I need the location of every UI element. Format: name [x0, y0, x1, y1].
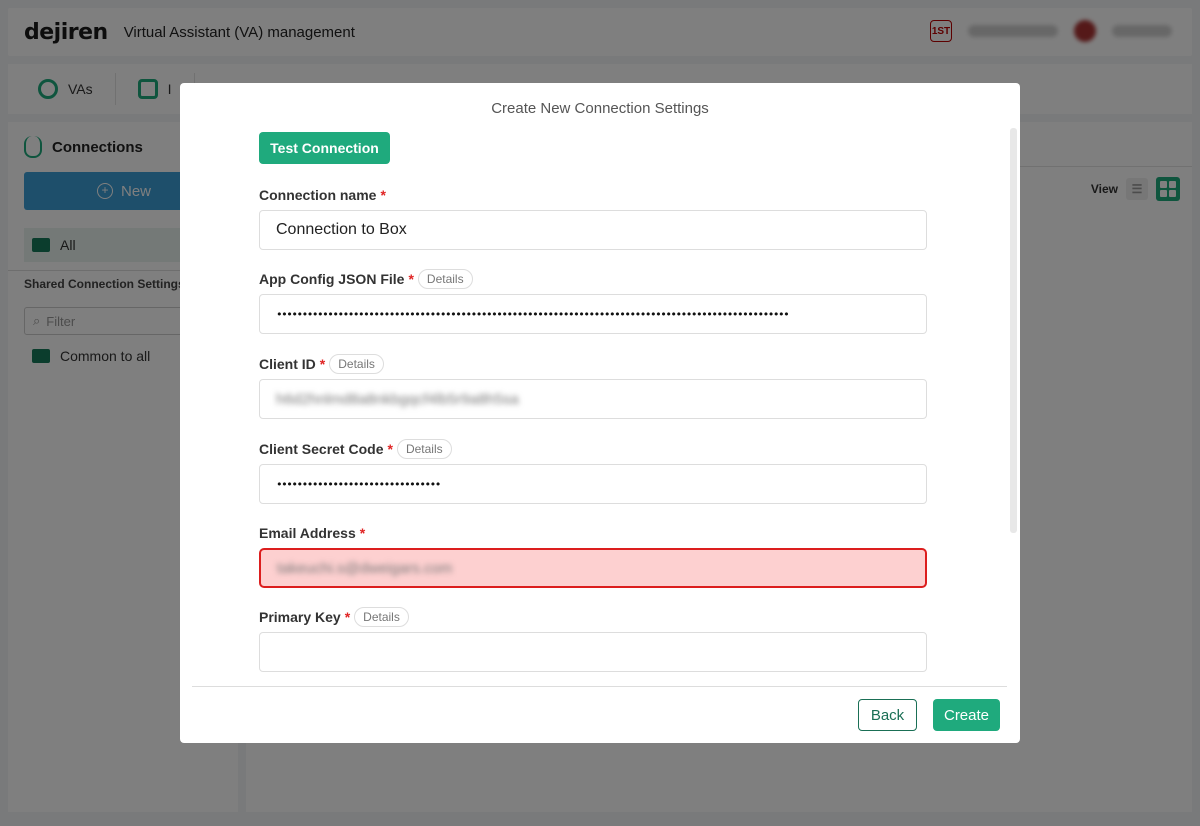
- label-text: Connection name: [259, 187, 377, 203]
- label-text: Email Address: [259, 525, 356, 541]
- field-label: Primary Key * Details: [259, 606, 927, 628]
- field-label: Email Address *: [259, 522, 927, 544]
- label-text: Client ID: [259, 356, 316, 372]
- client-id-input[interactable]: h6d2hnlmd8a8nkbgqcf4lb5r9a8h5sa: [259, 379, 927, 419]
- required-marker: *: [344, 609, 351, 625]
- field-label: Client ID * Details: [259, 353, 927, 375]
- details-button[interactable]: Details: [417, 269, 473, 289]
- input-value: takeuchi.s@dweigars.com: [277, 559, 453, 577]
- test-connection-button[interactable]: Test Connection: [259, 132, 390, 164]
- label-text: App Config JSON File: [259, 271, 405, 287]
- back-button[interactable]: Back: [858, 699, 917, 731]
- required-marker: *: [359, 525, 366, 541]
- connection-name-field: Connection name * Connection to Box: [259, 184, 927, 250]
- field-label: Connection name *: [259, 184, 927, 206]
- primary-key-field: Primary Key * Details: [259, 606, 927, 672]
- connection-name-input[interactable]: Connection to Box: [259, 210, 927, 250]
- modal-body: Test Connection Connection name * Connec…: [180, 131, 1020, 731]
- required-marker: *: [319, 356, 326, 372]
- required-marker: *: [408, 271, 414, 287]
- field-label: Client Secret Code * Details: [259, 438, 927, 460]
- client-id-field: Client ID * Details h6d2hnlmd8a8nkbgqcf4…: [259, 353, 927, 419]
- required-marker: *: [387, 441, 393, 457]
- required-marker: *: [380, 187, 386, 203]
- email-field: Email Address * takeuchi.s@dweigars.com: [259, 522, 927, 588]
- details-button[interactable]: Details: [354, 607, 409, 627]
- input-value: ••••••••••••••••••••••••••••••••: [276, 477, 441, 491]
- details-button[interactable]: Details: [329, 354, 384, 374]
- input-value: h6d2hnlmd8a8nkbgqcf4lb5r9a8h5sa: [276, 390, 519, 408]
- modal-title: Create New Connection Settings: [491, 100, 709, 117]
- label-text: Client Secret Code: [259, 441, 384, 457]
- client-secret-field: Client Secret Code * Details •••••••••••…: [259, 438, 927, 504]
- client-secret-input[interactable]: ••••••••••••••••••••••••••••••••: [259, 464, 927, 504]
- footer-divider: [192, 686, 1007, 687]
- label-text: Primary Key: [259, 609, 341, 625]
- app-config-field: App Config JSON File * Details •••••••••…: [259, 268, 927, 334]
- email-input[interactable]: takeuchi.s@dweigars.com: [259, 548, 927, 588]
- details-button[interactable]: Details: [396, 439, 452, 459]
- create-connection-modal: Create New Connection Settings Test Conn…: [180, 83, 1020, 743]
- primary-key-input[interactable]: [259, 632, 927, 672]
- app-config-input[interactable]: ••••••••••••••••••••••••••••••••••••••••…: [259, 294, 927, 334]
- input-value: Connection to Box: [276, 221, 407, 238]
- input-value: ••••••••••••••••••••••••••••••••••••••••…: [276, 307, 790, 321]
- create-button[interactable]: Create: [933, 699, 1000, 731]
- field-label: App Config JSON File * Details: [259, 268, 927, 290]
